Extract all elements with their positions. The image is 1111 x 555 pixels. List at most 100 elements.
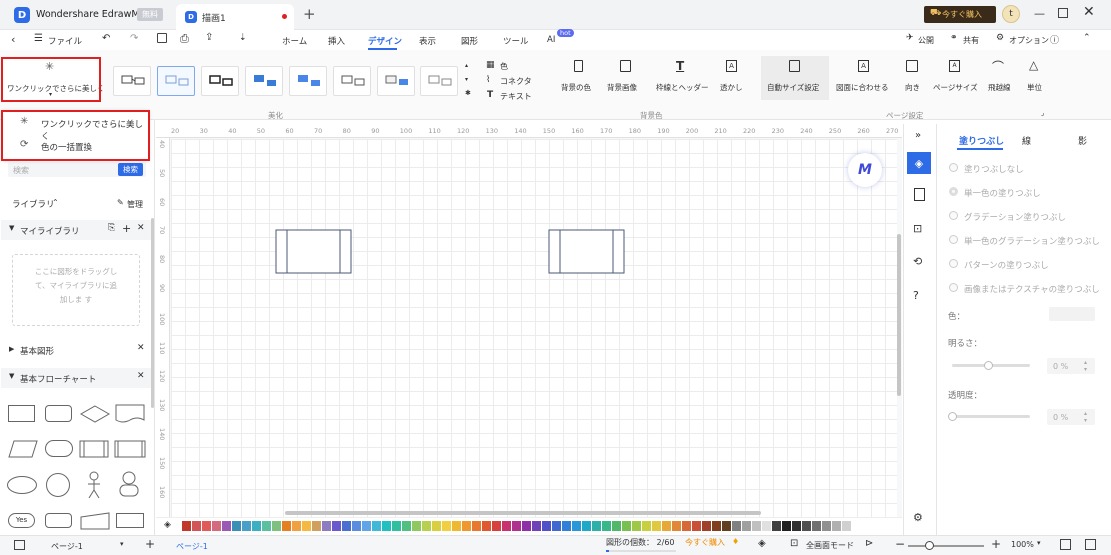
fill-option-none[interactable]: 塗りつぶしなし (964, 163, 1024, 175)
beautify-style-5[interactable] (289, 66, 327, 96)
document-shape[interactable] (115, 404, 145, 424)
style-scroll-up-icon[interactable]: ▴ (465, 62, 468, 69)
color-swatch[interactable] (632, 521, 641, 531)
card-shape[interactable] (116, 513, 144, 528)
color-swatch[interactable] (432, 521, 441, 531)
yes-shape[interactable]: Yes (8, 513, 35, 528)
add-page-icon[interactable]: + (145, 537, 155, 551)
color-swatch[interactable] (582, 521, 591, 531)
stepper-icon[interactable]: ▴ ▾ (1084, 359, 1087, 373)
page-setup-expand-icon[interactable]: ⌟ (1041, 109, 1044, 117)
menu-tab-design[interactable]: デザイン (368, 35, 402, 47)
stored-data-shape[interactable] (114, 440, 146, 458)
menu-tab-view[interactable]: 表示 (419, 35, 436, 47)
manual-input-shape[interactable] (80, 512, 110, 530)
color-swatch[interactable] (422, 521, 431, 531)
color-swatch[interactable] (592, 521, 601, 531)
color-swatch[interactable] (612, 521, 621, 531)
back-icon[interactable]: ‹ (11, 33, 15, 46)
color-swatch[interactable] (692, 521, 701, 531)
brightness-slider-handle[interactable] (984, 361, 993, 370)
focus-icon[interactable]: ⊡ (790, 538, 798, 549)
zoom-in-icon[interactable]: + (991, 537, 1001, 551)
canvas-horizontal-scrollbar[interactable] (285, 511, 761, 515)
page-tab[interactable]: ページ-1 (176, 541, 208, 552)
style-scroll-down-icon[interactable]: ▾ (465, 76, 468, 83)
color-swatch[interactable] (602, 521, 611, 531)
minimize-icon[interactable]: — (1034, 7, 1045, 20)
undo-icon[interactable]: ↶ (102, 33, 110, 44)
transparency-slider-track[interactable] (952, 415, 1030, 418)
background-image-button[interactable]: 背景画像 (607, 82, 637, 93)
help-circle-icon[interactable]: ? (913, 289, 919, 302)
color-swatch[interactable] (222, 521, 231, 531)
color-swatch[interactable] (522, 521, 531, 531)
predefined-process-shape-2[interactable] (548, 229, 626, 275)
fit-to-drawing-button[interactable]: 図面に合わせる (836, 82, 889, 93)
quick-access-icon[interactable]: ⇣ (239, 33, 247, 43)
color-swatch[interactable] (342, 521, 351, 531)
color-swatch[interactable] (672, 521, 681, 531)
color-swatch[interactable] (232, 521, 241, 531)
fit-page-icon[interactable] (1060, 539, 1071, 550)
stepper-icon[interactable]: ▴ ▾ (1084, 410, 1087, 424)
color-swatch[interactable] (302, 521, 311, 531)
help-icon[interactable]: ⓘ (1050, 33, 1059, 46)
color-swatch[interactable] (572, 521, 581, 531)
page-properties-icon[interactable] (914, 188, 925, 201)
color-swatch[interactable] (282, 521, 291, 531)
color-swatch[interactable] (812, 521, 821, 531)
color-swatch[interactable] (382, 521, 391, 531)
color-swatch-picker[interactable] (1049, 307, 1095, 321)
transparency-value-input[interactable]: 0 % ▴ ▾ (1047, 409, 1095, 425)
tab-line[interactable]: 線 (1022, 134, 1031, 147)
color-swatch[interactable] (492, 521, 501, 531)
fill-option-radio[interactable] (949, 235, 958, 244)
tab-shadow[interactable]: 影 (1078, 134, 1087, 147)
database-shape[interactable] (45, 513, 72, 528)
fill-option-radio[interactable] (949, 163, 958, 172)
color-swatch[interactable] (642, 521, 651, 531)
publish-button[interactable]: 公開 (918, 35, 934, 46)
color-swatch[interactable] (532, 521, 541, 531)
color-swatch[interactable] (192, 521, 201, 531)
fill-option-radio[interactable] (949, 283, 958, 292)
color-swatch[interactable] (412, 521, 421, 531)
decision-shape[interactable] (80, 405, 110, 423)
beautify-style-4[interactable] (245, 66, 283, 96)
basic-shapes-header[interactable]: ▶ 基本図形 ✕ (1, 341, 151, 359)
save-icon[interactable] (157, 33, 167, 43)
page-layout-icon[interactable] (14, 540, 25, 550)
history-icon[interactable]: ⟲ (913, 255, 922, 268)
collapse-ribbon-icon[interactable]: ⌃ (1083, 33, 1091, 43)
brightness-value-input[interactable]: 0 % ▴ ▾ (1047, 358, 1095, 374)
canvas-vertical-scrollbar[interactable] (897, 234, 901, 396)
color-swatch[interactable] (772, 521, 781, 531)
buy-now-button[interactable]: ⛟ 今すぐ購入 (924, 6, 996, 23)
zoom-slider-track[interactable] (908, 545, 984, 547)
color-swatch[interactable] (402, 521, 411, 531)
color-swatch[interactable] (742, 521, 751, 531)
color-swatch[interactable] (272, 521, 281, 531)
color-swatch[interactable] (842, 521, 851, 531)
color-swatch[interactable] (202, 521, 211, 531)
fill-option-single-gradient[interactable]: 単一色のグラデーション塗りつぶし (964, 235, 1100, 247)
beautify-style-1[interactable] (113, 66, 151, 96)
color-swatch[interactable] (242, 521, 251, 531)
menu-tab-insert[interactable]: 挿入 (328, 35, 345, 47)
fill-option-image-texture[interactable]: 画像またはテクスチャの塗りつぶし (964, 283, 1100, 295)
color-swatch[interactable] (722, 521, 731, 531)
search-button[interactable]: 検索 (118, 163, 143, 176)
color-swatch[interactable] (462, 521, 471, 531)
color-swatch[interactable] (292, 521, 301, 531)
color-swatch[interactable] (322, 521, 331, 531)
borders-headers-button[interactable]: 枠線とヘッダー (656, 82, 709, 93)
chevron-down-icon[interactable]: ▾ (1037, 539, 1041, 547)
menu-tab-shape[interactable]: 図形 (461, 35, 478, 47)
color-swatch[interactable] (262, 521, 271, 531)
color-swatch[interactable] (332, 521, 341, 531)
circle-shape[interactable] (46, 473, 70, 497)
background-color-button[interactable]: 背景の色 (561, 82, 591, 93)
style-more-icon[interactable]: ✱ (465, 89, 471, 97)
color-swatch[interactable] (562, 521, 571, 531)
